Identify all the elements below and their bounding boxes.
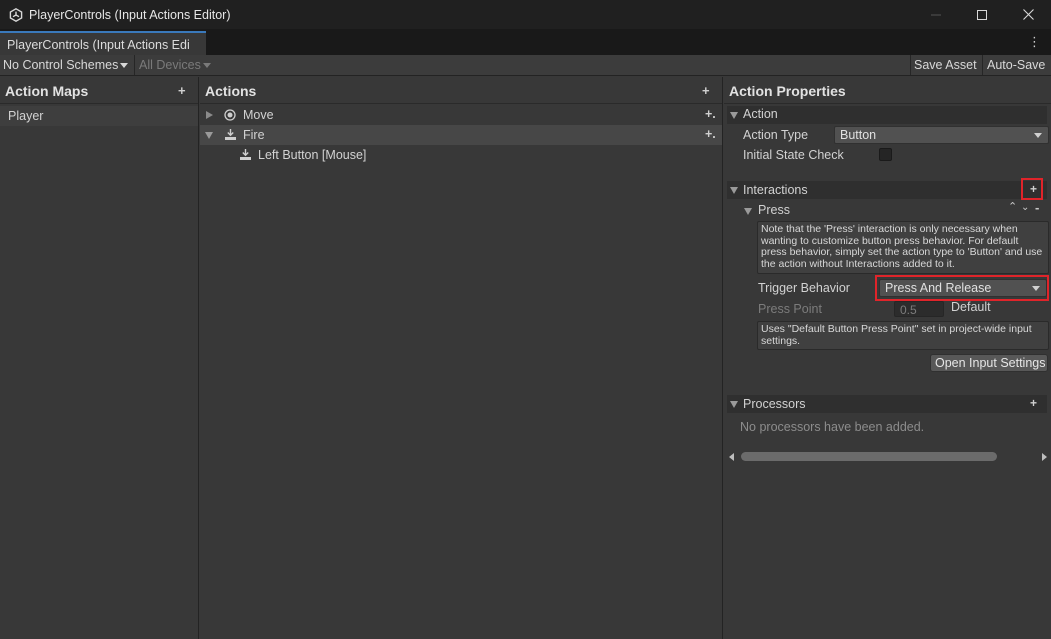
maximize-icon (977, 9, 987, 20)
add-binding-icon[interactable]: +. (705, 107, 716, 121)
toolbar-divider (910, 55, 911, 75)
stick-icon (224, 109, 236, 124)
add-action-map-button[interactable]: + (178, 83, 186, 98)
toolbar-divider (982, 55, 983, 75)
initial-state-checkbox[interactable] (879, 148, 892, 161)
action-properties-panel: Action Properties Action Action Type But… (724, 77, 1051, 639)
chevron-down-icon (202, 63, 211, 69)
button-press-icon (224, 128, 237, 144)
list-item[interactable]: Player (0, 106, 198, 126)
initial-state-check-label: Initial State Check (743, 148, 844, 162)
press-interaction-label: Press (758, 203, 790, 217)
more-options-icon[interactable]: ⋮ (1028, 35, 1041, 48)
interactions-foldout[interactable]: Interactions (727, 181, 1047, 199)
tab-player-controls[interactable]: PlayerControls (Input Actions Edi (0, 31, 206, 55)
auto-save-toggle[interactable]: Auto-Save (987, 55, 1045, 75)
chevron-down-icon (1034, 133, 1042, 138)
press-note-helpbox: Note that the 'Press' interaction is onl… (757, 221, 1049, 274)
action-row-fire[interactable]: Fire +. (200, 125, 722, 145)
binding-row-left-button[interactable]: Left Button [Mouse] (200, 145, 722, 165)
press-point-input[interactable]: 0.5 (894, 301, 944, 317)
add-action-button[interactable]: + (702, 83, 710, 98)
move-up-icon[interactable]: ⌃ (1008, 200, 1017, 213)
highlight-box (875, 275, 1049, 301)
save-asset-button[interactable]: Save Asset (914, 55, 977, 75)
scroll-left-icon[interactable] (729, 453, 734, 461)
minimize-icon (931, 14, 941, 15)
collapse-arrow-icon[interactable] (744, 208, 752, 215)
action-type-dropdown[interactable]: Button (834, 126, 1049, 144)
move-down-icon[interactable]: ⌄ (1021, 202, 1029, 213)
processors-foldout[interactable]: Processors (727, 395, 1047, 413)
press-point-label: Press Point (758, 302, 822, 316)
action-row-move[interactable]: Move +. (200, 105, 722, 125)
no-processors-text: No processors have been added. (740, 420, 925, 434)
action-maps-panel: Action Maps + Player (0, 77, 199, 639)
expand-arrow-icon[interactable] (206, 111, 213, 119)
actions-panel: Actions + Move +. Fire +. Left Button [M… (200, 77, 723, 639)
button-press-icon (239, 148, 252, 164)
collapse-arrow-icon (730, 401, 738, 408)
window-title: PlayerControls (Input Actions Editor) (29, 7, 231, 22)
add-binding-icon[interactable]: +. (705, 127, 716, 141)
maximize-button[interactable] (959, 0, 1005, 29)
control-schemes-dropdown[interactable]: No Control Schemes (3, 55, 129, 75)
minimize-button[interactable] (913, 0, 959, 29)
add-processor-button[interactable]: + (1030, 396, 1037, 410)
press-point-helpbox: Uses "Default Button Press Point" set in… (757, 321, 1049, 350)
action-maps-header: Action Maps + (0, 77, 198, 104)
tab-bar: PlayerControls (Input Actions Edi ⋮ (0, 29, 1051, 55)
press-point-default-toggle[interactable]: Default (951, 300, 991, 314)
collapse-arrow-icon[interactable] (205, 132, 213, 139)
devices-dropdown[interactable]: All Devices (139, 55, 211, 75)
highlight-box (1021, 178, 1043, 200)
close-icon (1022, 9, 1034, 20)
action-foldout[interactable]: Action (727, 106, 1047, 124)
chevron-down-icon (120, 63, 129, 69)
toolbar: No Control Schemes All Devices Save Asse… (0, 55, 1051, 76)
remove-interaction-icon[interactable]: - (1035, 200, 1039, 215)
unity-logo-icon (9, 7, 23, 22)
toolbar-divider (134, 55, 135, 75)
trigger-behavior-label: Trigger Behavior (758, 281, 850, 295)
action-type-label: Action Type (743, 128, 809, 142)
horizontal-scrollbar[interactable] (727, 450, 1049, 464)
collapse-arrow-icon (730, 112, 738, 119)
scrollbar-thumb[interactable] (741, 452, 997, 461)
open-input-settings-button[interactable]: Open Input Settings (930, 354, 1048, 372)
actions-header: Actions + (200, 77, 722, 104)
collapse-arrow-icon (730, 187, 738, 194)
scroll-right-icon[interactable] (1042, 453, 1047, 461)
close-button[interactable] (1005, 0, 1051, 29)
action-properties-header: Action Properties (724, 77, 1051, 104)
title-bar: PlayerControls (Input Actions Editor) (0, 0, 1051, 29)
